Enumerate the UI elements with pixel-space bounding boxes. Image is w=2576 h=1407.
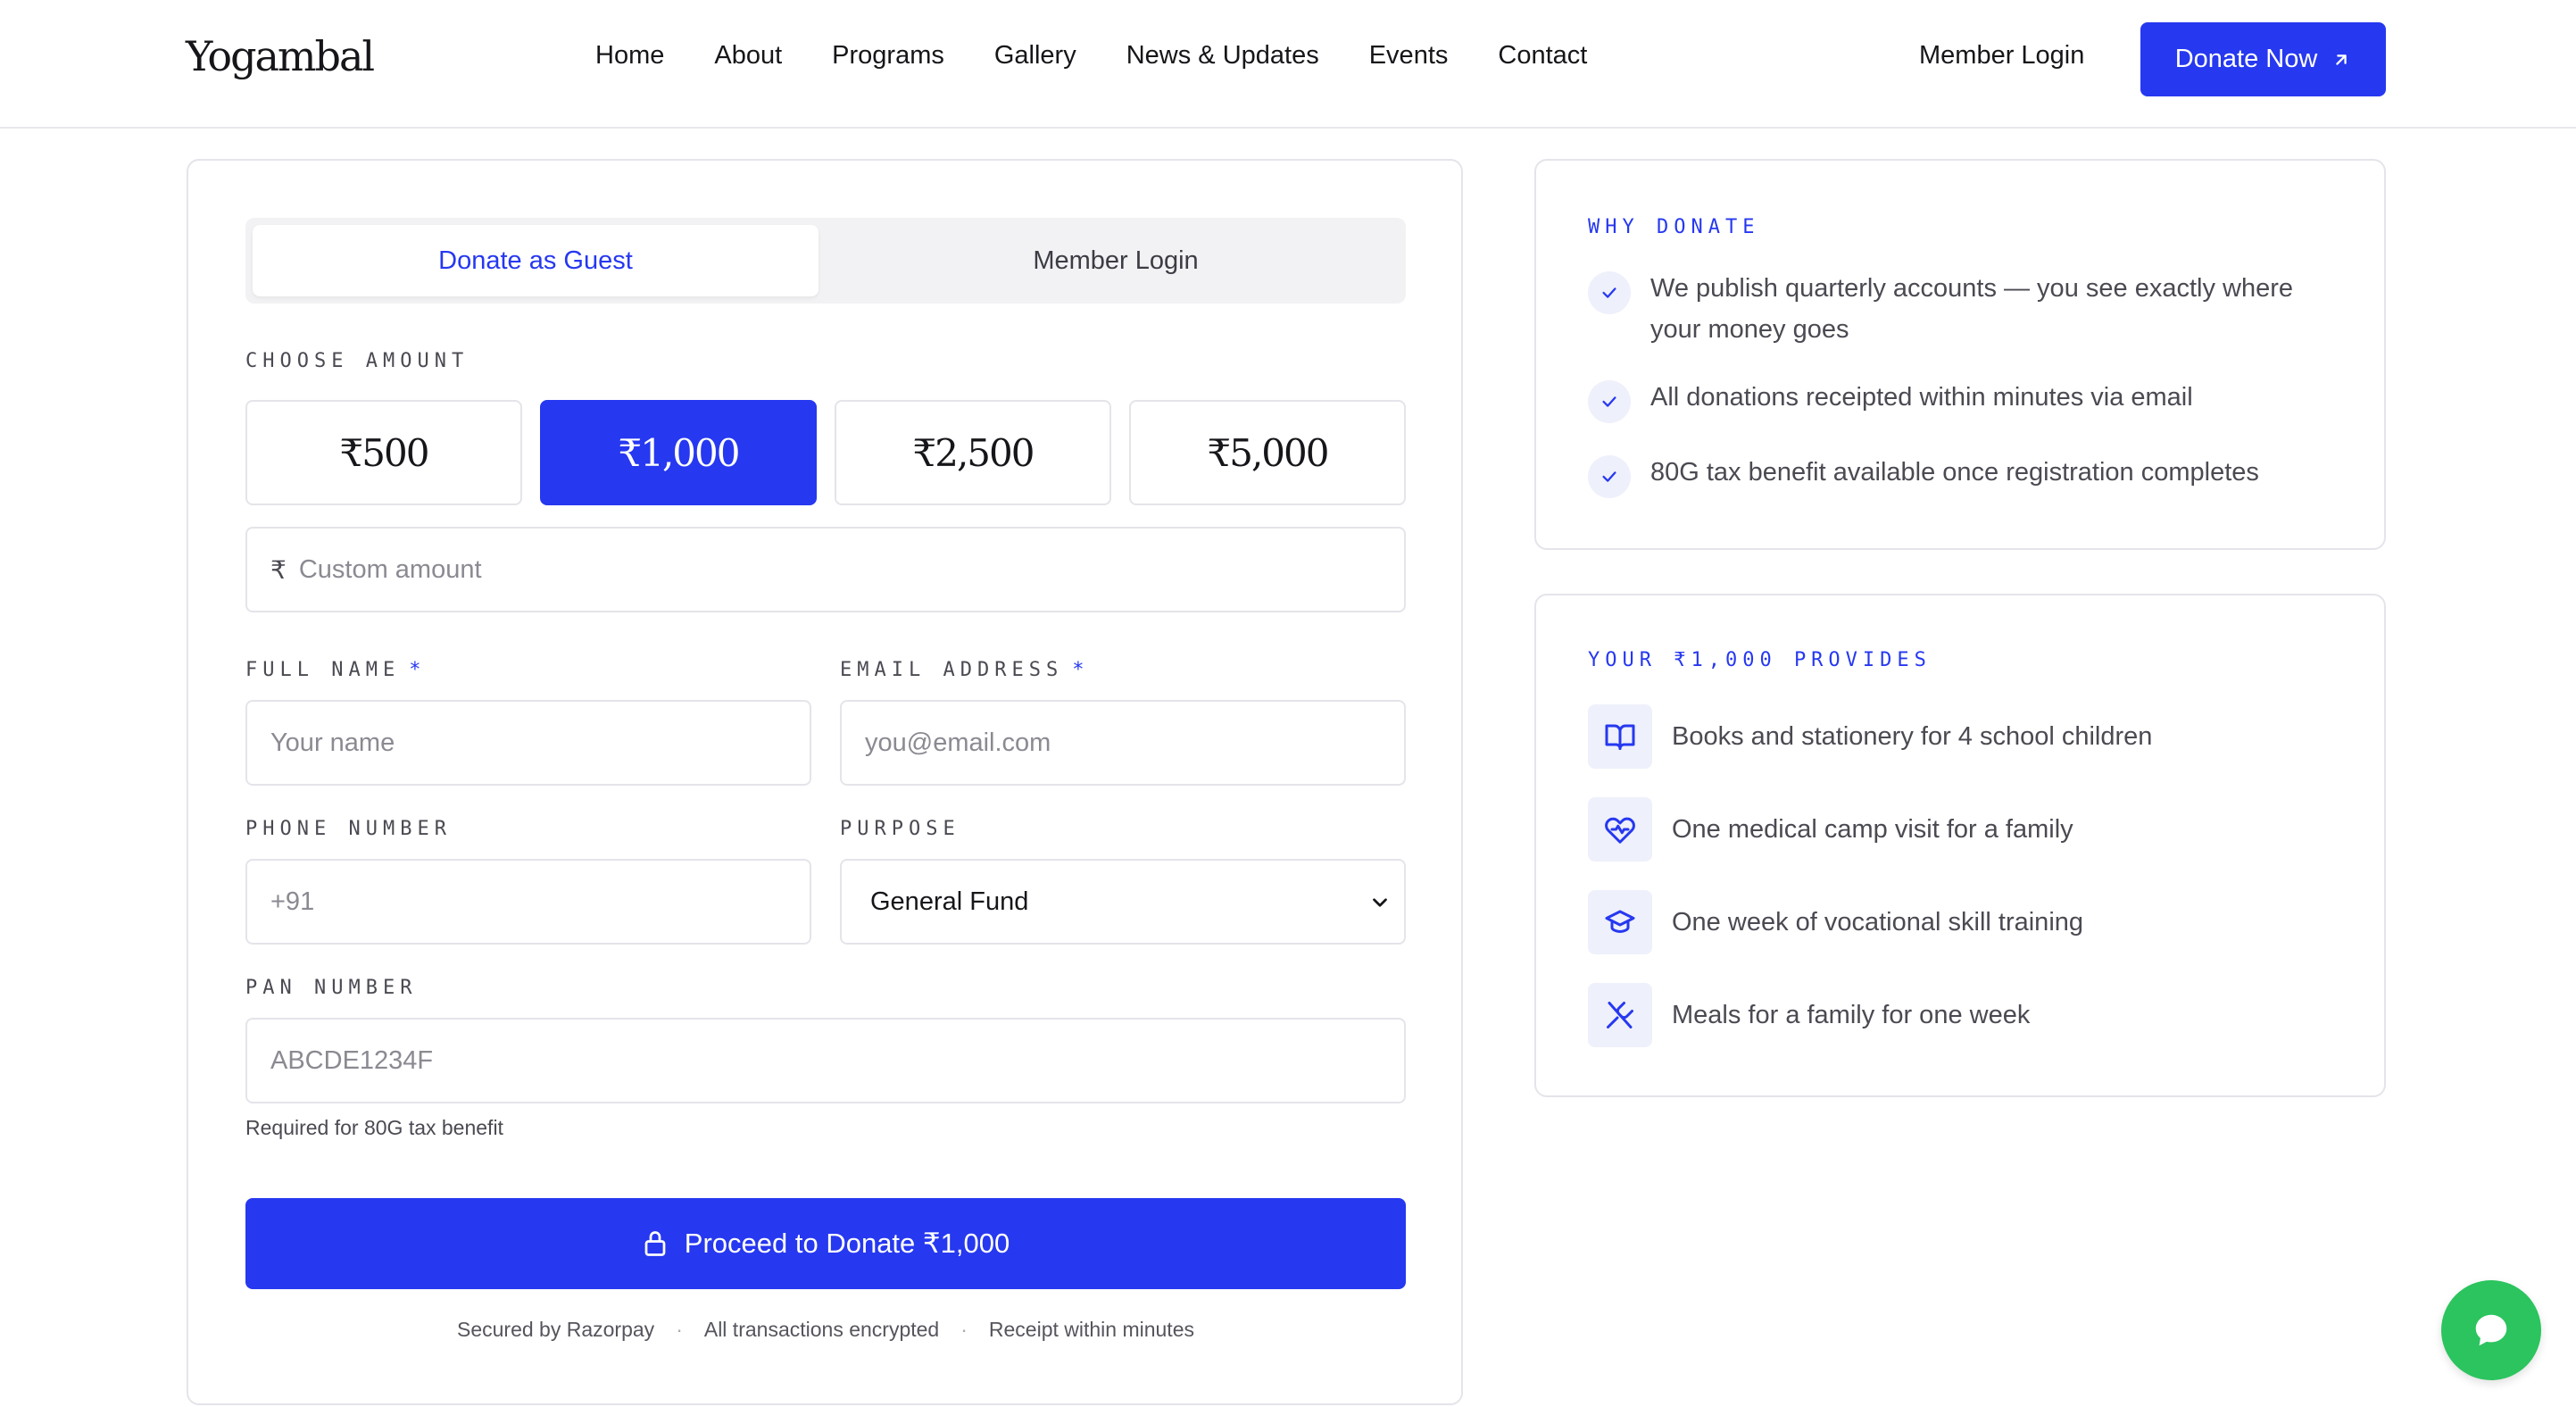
required-mark: * [409, 659, 427, 681]
pan-input[interactable]: ABCDE1234F [245, 1018, 1406, 1103]
site-header: Yogambal Home About Programs Gallery New… [0, 0, 2576, 129]
chevron-down-icon [1373, 898, 1387, 907]
rupee-icon: ₹ [270, 555, 287, 584]
donation-form-card: Donate as Guest Member Login CHOOSE AMOU… [187, 159, 1463, 1405]
phone-input[interactable]: +91 [245, 859, 811, 945]
proceed-to-donate-button[interactable]: Proceed to Donate ₹1,000 [245, 1198, 1406, 1289]
separator-dot: · [676, 1318, 683, 1341]
pan-label: PAN NUMBER [245, 977, 418, 999]
why-donate-card: WHY DONATE We publish quarterly accounts… [1534, 159, 2386, 550]
security-notes: Secured by Razorpay · All transactions e… [245, 1318, 1406, 1342]
nav-about[interactable]: About [714, 41, 782, 71]
why-item: All donations receipted within minutes v… [1588, 377, 2347, 423]
email-label-text: EMAIL ADDRESS [840, 659, 1064, 681]
chat-bubble-icon [2475, 1314, 2507, 1346]
utensils-icon [1588, 983, 1652, 1047]
phone-label: PHONE NUMBER [245, 818, 452, 840]
full-name-label-text: FULL NAME [245, 659, 401, 681]
donor-type-tabs: Donate as Guest Member Login [245, 218, 1406, 304]
site-logo[interactable]: Yogambal [186, 32, 375, 80]
donate-now-label: Donate Now [2174, 45, 2318, 73]
book-icon [1588, 704, 1652, 769]
graduation-cap-icon [1588, 890, 1652, 954]
provides-item: One medical camp visit for a family [1588, 797, 2073, 862]
heart-pulse-icon [1588, 797, 1652, 862]
nav-home[interactable]: Home [595, 41, 664, 71]
why-donate-title: WHY DONATE [1588, 216, 1760, 238]
provides-item: One week of vocational skill training [1588, 890, 2083, 954]
amount-option-1000[interactable]: ₹1,000 [540, 400, 817, 505]
provides-item-text: Books and stationery for 4 school childr… [1672, 721, 2153, 751]
amount-option-5000[interactable]: ₹5,000 [1129, 400, 1406, 505]
custom-amount-input[interactable]: ₹ Custom amount [245, 527, 1406, 612]
purpose-select[interactable]: General Fund [840, 859, 1406, 945]
why-item-text: 80G tax benefit available once registrat… [1650, 458, 2259, 487]
provides-title: YOUR ₹1,000 PROVIDES [1588, 649, 1932, 671]
custom-amount-placeholder: Custom amount [298, 554, 482, 584]
purpose-selected-value: General Fund [870, 887, 1029, 916]
nav-events[interactable]: Events [1369, 41, 1449, 71]
note-receipt: Receipt within minutes [988, 1318, 1194, 1341]
why-item-text: We publish quarterly accounts — you see … [1650, 274, 2293, 344]
full-name-label: FULL NAME * [245, 659, 426, 681]
provides-item-text: One week of vocational skill training [1672, 907, 2084, 937]
why-item-text: All donations receipted within minutes v… [1650, 383, 2193, 412]
tab-member-login[interactable]: Member Login [833, 225, 1399, 296]
separator-dot: · [960, 1318, 968, 1341]
choose-amount-label: CHOOSE AMOUNT [245, 350, 469, 372]
provides-item-text: Meals for a family for one week [1672, 1000, 2031, 1029]
note-secured: Secured by Razorpay [457, 1318, 655, 1341]
nav-contact[interactable]: Contact [1498, 41, 1587, 71]
member-login-link[interactable]: Member Login [1919, 41, 2084, 71]
why-item: We publish quarterly accounts — you see … [1588, 268, 2347, 350]
why-item: 80G tax benefit available once registrat… [1588, 452, 2347, 498]
amount-option-500[interactable]: ₹500 [245, 400, 522, 505]
email-placeholder: you@email.com [865, 728, 1051, 757]
nav-gallery[interactable]: Gallery [994, 41, 1076, 71]
check-icon [1588, 380, 1631, 423]
proceed-label: Proceed to Donate ₹1,000 [684, 1228, 1010, 1259]
main-nav: Home About Programs Gallery News & Updat… [595, 41, 1637, 71]
chat-button[interactable] [2441, 1280, 2541, 1380]
donate-now-button[interactable]: Donate Now [2140, 22, 2386, 96]
required-mark: * [1072, 659, 1090, 681]
email-label: EMAIL ADDRESS * [840, 659, 1089, 681]
nav-news-updates[interactable]: News & Updates [1126, 41, 1319, 71]
provides-card: YOUR ₹1,000 PROVIDES Books and stationer… [1534, 594, 2386, 1097]
tab-donate-as-guest[interactable]: Donate as Guest [253, 225, 819, 296]
provides-item-text: One medical camp visit for a family [1672, 814, 2073, 844]
pan-helper-text: Required for 80G tax benefit [245, 1116, 503, 1139]
note-encrypted: All transactions encrypted [703, 1318, 940, 1341]
email-input[interactable]: you@email.com [840, 700, 1406, 786]
provides-item: Books and stationery for 4 school childr… [1588, 704, 2152, 769]
amount-option-2500[interactable]: ₹2,500 [835, 400, 1111, 505]
lock-icon [644, 1231, 666, 1256]
phone-placeholder: +91 [270, 887, 315, 916]
amount-options: ₹500 ₹1,000 ₹2,500 ₹5,000 [245, 400, 1406, 505]
full-name-input[interactable]: Your name [245, 700, 811, 786]
nav-programs[interactable]: Programs [832, 41, 944, 71]
check-icon [1588, 455, 1631, 498]
check-icon [1588, 271, 1631, 314]
provides-item: Meals for a family for one week [1588, 983, 2030, 1047]
full-name-placeholder: Your name [270, 728, 395, 757]
purpose-label: PURPOSE [840, 818, 960, 840]
arrow-up-right-icon [2336, 54, 2347, 65]
pan-placeholder: ABCDE1234F [270, 1045, 434, 1075]
